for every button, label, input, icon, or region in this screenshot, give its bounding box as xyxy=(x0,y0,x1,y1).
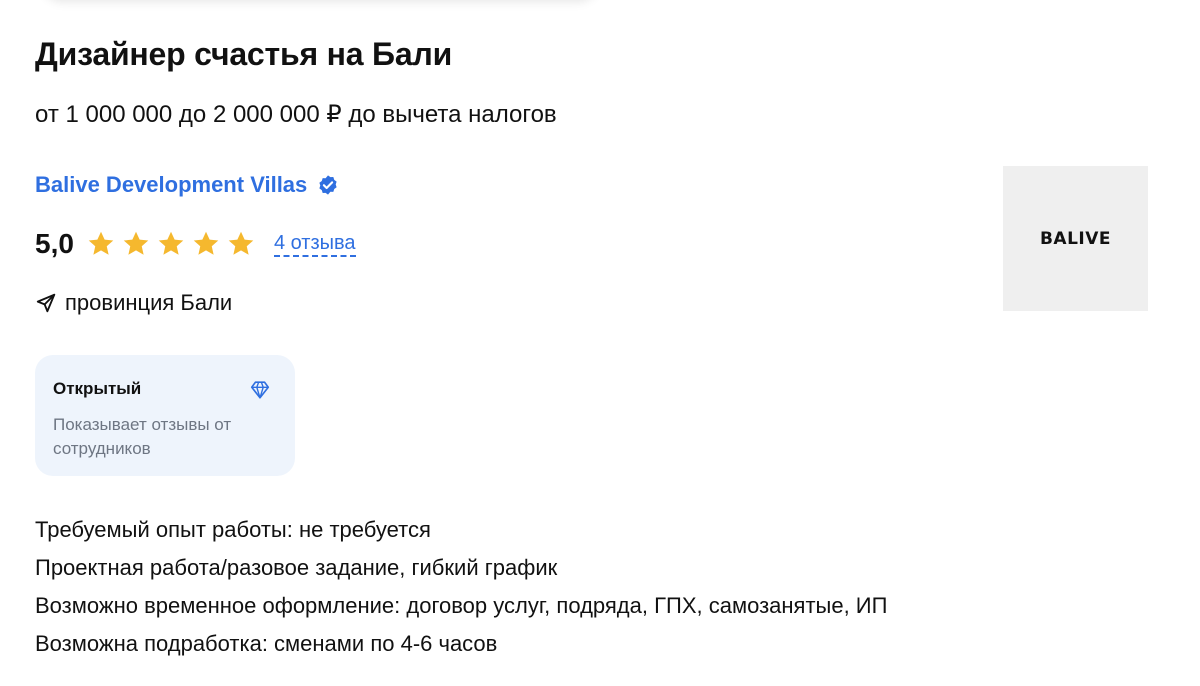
company-logo-text: BALIVE xyxy=(1039,228,1112,249)
badge-title: Открытый xyxy=(53,379,142,398)
reviews-link[interactable]: 4 отзыва xyxy=(273,232,356,257)
star-icon xyxy=(121,229,151,259)
verified-badge-icon xyxy=(317,174,339,196)
rating-value: 5,0 xyxy=(35,228,74,259)
star-icon xyxy=(86,229,116,259)
star-icon xyxy=(226,229,256,259)
star-icon xyxy=(191,229,221,259)
location-row: провинция Бали xyxy=(35,290,232,316)
detail-employment-type: Проектная работа/разовое задание, гибкий… xyxy=(35,555,558,580)
star-icon xyxy=(156,229,186,259)
vacancy-details-list: Требуемый опыт работы: не требуется Прое… xyxy=(35,511,887,663)
location-text: провинция Бали xyxy=(65,290,233,315)
rating-row: 5,0 4 отзыва xyxy=(35,228,356,260)
open-employer-badge[interactable]: Открытый Показывает отзывы от сотруднико… xyxy=(35,355,295,476)
diamond-icon xyxy=(249,379,271,401)
navigation-arrow-icon xyxy=(35,292,57,314)
rating-stars xyxy=(86,229,256,259)
salary-text: от 1 000 000 до 2 000 000 ₽ до вычета на… xyxy=(35,101,557,128)
company-row: Balive Development Villas xyxy=(35,172,339,198)
company-name-link[interactable]: Balive Development Villas xyxy=(35,172,307,198)
badge-description: Показывает отзывы от сотрудников xyxy=(53,415,232,458)
detail-contract-type: Возможно временное оформление: договор у… xyxy=(35,593,888,618)
detail-part-time: Возможна подработка: сменами по 4-6 часо… xyxy=(35,631,498,656)
vacancy-title: Дизайнер счастья на Бали xyxy=(35,36,453,72)
detail-experience: Требуемый опыт работы: не требуется xyxy=(35,517,431,542)
company-logo[interactable]: BALIVE xyxy=(1003,166,1148,311)
